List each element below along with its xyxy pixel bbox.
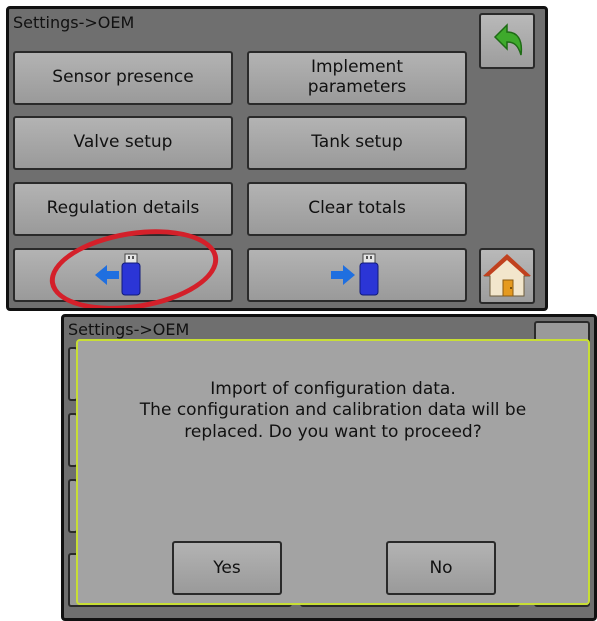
- clear-totals-button[interactable]: Clear totals: [247, 182, 467, 236]
- yes-button[interactable]: Yes: [172, 541, 282, 595]
- sensor-presence-button[interactable]: Sensor presence: [13, 51, 233, 105]
- dialog-message-line3: replaced. Do you want to proceed?: [184, 421, 482, 442]
- sensor-presence-label: Sensor presence: [52, 67, 194, 88]
- home-icon: [483, 254, 531, 297]
- usb-import-icon: [95, 253, 141, 296]
- dialog-message: Import of configuration data. The config…: [78, 379, 588, 443]
- implement-parameters-button[interactable]: Implement parameters: [247, 51, 467, 105]
- import-confirm-dialog: Import of configuration data. The config…: [76, 339, 590, 605]
- clear-totals-label: Clear totals: [308, 198, 406, 219]
- regulation-details-label: Regulation details: [46, 198, 200, 219]
- back-arrow-icon: [493, 23, 523, 56]
- export-usb-button[interactable]: [247, 248, 467, 302]
- no-button[interactable]: No: [386, 541, 496, 595]
- import-confirmation-screen: Settings->OEM Import of configuration da…: [61, 314, 597, 621]
- dialog-message-line1: Import of configuration data.: [210, 379, 456, 399]
- valve-setup-button[interactable]: Valve setup: [13, 116, 233, 170]
- regulation-details-button[interactable]: Regulation details: [13, 182, 233, 236]
- screen-title: Settings->OEM: [68, 320, 190, 339]
- back-button[interactable]: [479, 13, 535, 69]
- dialog-message-line2: The configuration and calibration data w…: [139, 400, 527, 421]
- valve-setup-label: Valve setup: [73, 132, 173, 153]
- screen-title: Settings->OEM: [13, 13, 135, 32]
- import-usb-button[interactable]: [13, 248, 233, 302]
- tank-setup-button[interactable]: Tank setup: [247, 116, 467, 170]
- tank-setup-label: Tank setup: [311, 132, 403, 153]
- implement-parameters-line2: parameters: [307, 77, 407, 97]
- home-button[interactable]: [479, 248, 535, 304]
- usb-export-icon: [331, 253, 379, 296]
- implement-parameters-label: Implement parameters: [308, 58, 407, 97]
- implement-parameters-line1: Implement: [310, 57, 403, 78]
- oem-settings-screen: Settings->OEM Sensor presence Implement …: [6, 6, 548, 311]
